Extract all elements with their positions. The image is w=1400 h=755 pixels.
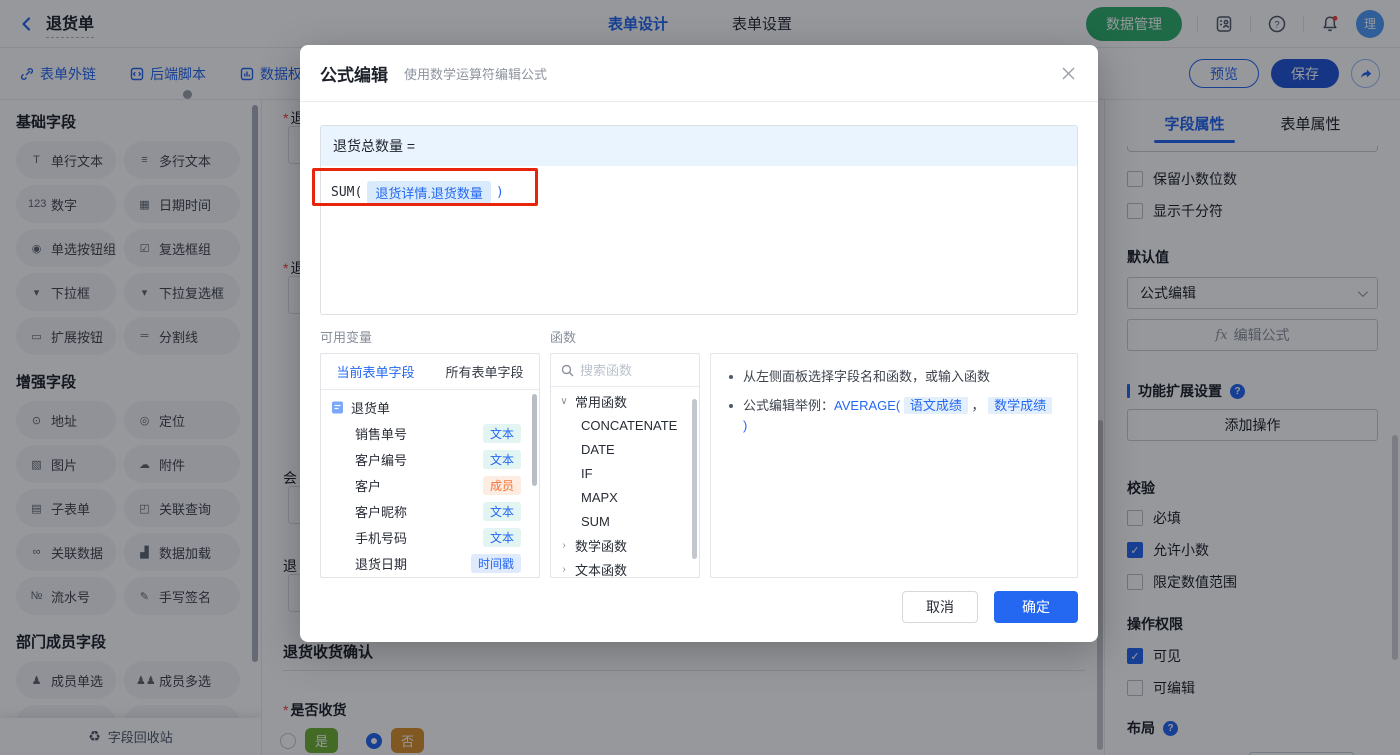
tree-root-label: 退货单 xyxy=(351,400,391,416)
variables-tabs: 当前表单字段 所有表单字段 xyxy=(321,354,539,390)
field-type-badge: 文本 xyxy=(482,501,521,521)
functions-tree: ∨ 常用函数 CONCATENATE DATE IF MAPX SUM › 数学… xyxy=(551,387,699,578)
example-field-pill: 语文成绩 xyxy=(903,397,968,414)
function-group-math[interactable]: › 数学函数 xyxy=(559,533,691,557)
app-root: 退货单 表单设计 表单设置 数据管理 ? 理 表单外链 后端脚本 数据权限 预览… xyxy=(0,0,1400,755)
example-function: AVERAGE( xyxy=(834,398,901,413)
variable-field-name: 客户 xyxy=(355,478,382,494)
variables-rows: 销售单号 文本 客户编号 文本 客户 成员 客户昵称 文本 手机号码 文本 退货… xyxy=(331,420,529,577)
function-items: CONCATENATE DATE IF MAPX SUM xyxy=(559,413,691,533)
help-tip-text: 从左侧面板选择字段名和函数，或输入函数 xyxy=(743,369,991,384)
variables-tree: 退货单 销售单号 文本 客户编号 文本 客户 成员 客户昵称 文本 手机号码 文… xyxy=(321,390,539,577)
variables-panel-label: 可用变量 xyxy=(320,330,373,345)
bullet-dot xyxy=(729,375,733,379)
formula-editor[interactable]: 退货总数量 = SUM( 退货详情.退货数量 ) xyxy=(320,125,1078,315)
modal-header: 公式编辑 使用数学运算符编辑公式 xyxy=(300,45,1098,102)
variable-field-row[interactable]: 客户编号 文本 xyxy=(331,446,529,472)
variable-field-row[interactable]: 退货日期 时间戳 xyxy=(331,550,529,576)
formula-field-pill[interactable]: 退货详情.退货数量 xyxy=(367,181,491,204)
modal-body: 退货总数量 = SUM( 退货详情.退货数量 ) 可用变量 函数 当前表单字段 … xyxy=(300,102,1098,578)
variable-field-row[interactable]: 客户昵称 文本 xyxy=(331,498,529,524)
function-item[interactable]: CONCATENATE xyxy=(559,413,691,437)
formula-editor-modal: 公式编辑 使用数学运算符编辑公式 退货总数量 = SUM( 退货详情.退货数量 … xyxy=(300,45,1098,642)
cancel-button[interactable]: 取消 xyxy=(902,591,978,623)
panel-columns: 当前表单字段 所有表单字段 退货单 销售单号 文本 客户编号 文本 客户 成员 … xyxy=(320,353,1078,578)
tab-current-form-fields[interactable]: 当前表单字段 xyxy=(321,354,430,389)
close-button[interactable] xyxy=(1058,63,1078,83)
function-group-label: 常用函数 xyxy=(575,394,628,410)
variable-field-row[interactable]: 销售单号 文本 xyxy=(331,420,529,446)
modal-footer: 取消 确定 xyxy=(902,591,1078,623)
variable-field-name: 退货日期 xyxy=(355,556,408,572)
example-close-paren: ) xyxy=(743,418,748,433)
field-type-badge: 文本 xyxy=(482,423,521,443)
bullet-dot xyxy=(729,404,733,408)
function-search-box[interactable] xyxy=(551,354,699,387)
function-search-input[interactable] xyxy=(580,362,670,378)
function-item[interactable]: MAPX xyxy=(559,485,691,509)
field-type-badge: 时间戳 xyxy=(470,553,521,573)
variable-field-row[interactable]: 退货详情 子表单 xyxy=(331,576,529,577)
variables-panel: 当前表单字段 所有表单字段 退货单 销售单号 文本 客户编号 文本 客户 成员 … xyxy=(320,353,540,578)
tree-root-form[interactable]: 退货单 xyxy=(331,394,529,420)
panel-labels-row: 可用变量 函数 xyxy=(320,327,1078,346)
tab-all-form-fields[interactable]: 所有表单字段 xyxy=(430,354,539,389)
field-type-badge: 成员 xyxy=(482,475,521,495)
modal-title: 公式编辑 xyxy=(320,65,388,85)
functions-panel-label: 函数 xyxy=(550,330,577,345)
confirm-button[interactable]: 确定 xyxy=(994,591,1078,623)
example-field-pill: 数学成绩 xyxy=(988,397,1053,414)
functions-scrollbar[interactable] xyxy=(692,399,697,559)
function-item[interactable]: SUM xyxy=(559,509,691,533)
field-type-badge: 文本 xyxy=(482,449,521,469)
variable-field-name: 手机号码 xyxy=(355,530,408,546)
function-group-common[interactable]: ∨ 常用函数 xyxy=(559,389,691,413)
variable-field-name: 客户昵称 xyxy=(355,504,408,520)
example-comma: ， xyxy=(971,398,985,413)
help-panel: 从左侧面板选择字段名和函数，或输入函数 公式编辑举例：AVERAGE( 语文成绩… xyxy=(710,353,1078,578)
modal-subtitle: 使用数学运算符编辑公式 xyxy=(404,66,548,82)
chevron-expanded-icon: ∨ xyxy=(560,395,568,407)
example-prefix: 公式编辑举例： xyxy=(743,398,835,413)
variable-field-row[interactable]: 客户 成员 xyxy=(331,472,529,498)
formula-close-paren: ) xyxy=(495,185,504,200)
formula-expression[interactable]: SUM( 退货详情.退货数量 ) xyxy=(321,166,1077,219)
variable-field-name: 客户编号 xyxy=(355,452,408,468)
field-type-badge: 文本 xyxy=(482,527,521,547)
help-tip-2: 公式编辑举例：AVERAGE( 语文成绩 ， 数学成绩 ) xyxy=(729,396,1059,436)
function-group-label: 数学函数 xyxy=(575,538,628,554)
variables-scrollbar[interactable] xyxy=(532,394,537,486)
variable-field-name: 销售单号 xyxy=(355,426,408,442)
close-icon xyxy=(1062,67,1074,79)
formula-target-row: 退货总数量 = xyxy=(321,126,1077,166)
form-document-icon xyxy=(332,401,343,413)
function-group-text[interactable]: › 文本函数 xyxy=(559,557,691,578)
function-group-label: 文本函数 xyxy=(575,562,628,578)
search-icon xyxy=(561,364,574,376)
functions-panel: ∨ 常用函数 CONCATENATE DATE IF xyxy=(550,353,700,578)
help-tip-1: 从左侧面板选择字段名和函数，或输入函数 xyxy=(729,367,1059,387)
help-tip-example: 公式编辑举例：AVERAGE( 语文成绩 ， 数学成绩 ) xyxy=(743,396,1059,436)
formula-function-text: SUM( xyxy=(331,185,363,200)
chevron-collapsed-icon: › xyxy=(562,539,566,551)
variable-field-row[interactable]: 手机号码 文本 xyxy=(331,524,529,550)
function-item[interactable]: DATE xyxy=(559,437,691,461)
function-item[interactable]: IF xyxy=(559,461,691,485)
chevron-collapsed-icon: › xyxy=(562,563,566,575)
